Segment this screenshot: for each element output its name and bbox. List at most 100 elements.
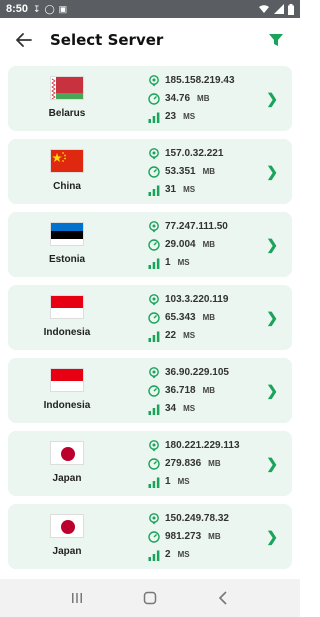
speed-value: 279.836 — [165, 458, 202, 469]
speed-value: 981.273 — [165, 531, 202, 542]
ip-row: 103.3.220.119 — [148, 293, 228, 307]
speed-row: 29.004 MB — [148, 238, 228, 252]
server-info: 150.249.78.32 981.273 MB 2 MS — [148, 512, 229, 562]
ping-value: 1 — [165, 257, 171, 268]
ping-unit: MS — [183, 331, 196, 340]
ping-row: 34 MS — [148, 402, 229, 416]
ip-row: 185.158.219.43 — [148, 74, 235, 88]
server-card[interactable]: China 157.0.32.221 53.351 MB 31 MS ❯ — [8, 139, 292, 204]
wifi-icon — [259, 5, 269, 13]
ping-row: 31 MS — [148, 183, 223, 197]
chevron-right-icon: ❯ — [266, 528, 278, 544]
server-info: 103.3.220.119 65.343 MB 22 MS — [148, 293, 228, 343]
home-button[interactable] — [135, 586, 165, 610]
ping-row: 22 MS — [148, 329, 228, 343]
japan-flag-icon — [50, 440, 84, 465]
signal-bars-icon — [148, 257, 160, 269]
page-title: Select Server — [50, 31, 164, 49]
signal-bars-icon — [148, 549, 160, 561]
server-info: 180.221.229.113 279.836 MB 1 MS — [148, 439, 240, 489]
speed-row: 36.718 MB — [148, 384, 229, 398]
ip-address: 77.247.111.50 — [165, 221, 228, 232]
ping-value: 23 — [165, 111, 177, 122]
server-card[interactable]: Estonia 77.247.111.50 29.004 MB 1 MS ❯ — [8, 212, 292, 277]
speed-unit: MB — [208, 459, 221, 468]
status-time: 8:50 — [6, 3, 29, 15]
speedometer-icon — [148, 311, 160, 324]
ping-value: 34 — [165, 403, 177, 414]
indonesia-flag-icon — [50, 367, 84, 392]
ip-address: 185.158.219.43 — [165, 75, 235, 86]
ping-row: 1 MS — [148, 256, 228, 270]
speed-unit: MB — [202, 313, 216, 322]
ip-row: 157.0.32.221 — [148, 147, 223, 161]
speed-row: 65.343 MB — [148, 311, 228, 325]
server-card[interactable]: Japan 180.221.229.113 279.836 MB 1 MS ❯ — [8, 431, 292, 496]
recent-apps-button[interactable] — [62, 586, 92, 610]
location-pin-icon — [148, 147, 160, 160]
back-button[interactable] — [12, 28, 36, 52]
ping-unit: MS — [183, 185, 196, 194]
speed-value: 34.76 — [165, 93, 191, 104]
speedometer-icon — [148, 165, 160, 178]
ping-unit: MS — [183, 404, 196, 413]
ping-value: 22 — [165, 330, 177, 341]
ip-row: 77.247.111.50 — [148, 220, 228, 234]
speed-unit: MB — [208, 532, 221, 541]
ip-row: 180.221.229.113 — [148, 439, 240, 453]
location-pin-icon — [148, 439, 160, 452]
system-back-button[interactable] — [208, 586, 238, 610]
ping-unit: MS — [177, 477, 190, 486]
signal-icon — [274, 4, 284, 14]
circle-icon: ◯ — [44, 3, 55, 14]
ping-value: 31 — [165, 184, 177, 195]
server-info: 36.90.229.105 36.718 MB 34 MS — [148, 366, 229, 416]
recent-apps-icon — [71, 593, 82, 603]
filter-button[interactable] — [264, 28, 288, 52]
server-card[interactable]: Indonesia 36.90.229.105 36.718 MB 34 MS — [8, 358, 292, 423]
ip-address: 150.249.78.32 — [165, 513, 229, 524]
server-info: 185.158.219.43 34.76 MB 23 MS — [148, 74, 235, 124]
speedometer-icon — [148, 92, 160, 105]
server-card[interactable]: Japan 150.249.78.32 981.273 MB 2 MS ❯ — [8, 504, 292, 569]
ping-row: 23 MS — [148, 110, 235, 124]
ping-value: 1 — [165, 476, 171, 487]
signal-bars-icon — [148, 111, 160, 123]
server-card[interactable]: Belarus 185.158.219.43 34.76 MB 23 MS ❯ — [8, 66, 292, 131]
japan-flag-icon — [50, 513, 84, 538]
country-name: Japan — [52, 472, 82, 484]
filter-icon — [269, 34, 283, 46]
signal-bars-icon — [148, 403, 160, 415]
ip-address: 157.0.32.221 — [165, 148, 224, 159]
country-name: Indonesia — [43, 326, 91, 338]
ping-row: 2 MS — [148, 548, 229, 562]
back-icon — [219, 591, 227, 605]
speedometer-icon — [148, 238, 160, 251]
speed-row: 981.273 MB — [148, 530, 229, 544]
server-card[interactable]: Indonesia 103.3.220.119 65.343 MB 22 MS — [8, 285, 292, 350]
ip-row: 36.90.229.105 — [148, 366, 229, 380]
country-name: China — [53, 180, 81, 192]
chevron-right-icon: ❯ — [266, 382, 278, 398]
signal-bars-icon — [148, 330, 160, 342]
location-pin-icon — [148, 512, 160, 525]
flag-column: Japan — [8, 440, 126, 487]
app-bar: Select Server — [0, 18, 300, 62]
speedometer-icon — [148, 384, 160, 397]
country-name: Belarus — [48, 107, 86, 119]
country-name: Japan — [52, 545, 82, 557]
ip-address: 103.3.220.119 — [165, 294, 229, 305]
arrow-left-icon — [16, 33, 32, 47]
flag-column: China — [8, 148, 126, 195]
speed-value: 29.004 — [165, 239, 196, 250]
chevron-right-icon: ❯ — [266, 163, 278, 179]
speed-row: 34.76 MB — [148, 92, 235, 106]
ping-unit: MS — [177, 550, 190, 559]
ping-value: 2 — [165, 549, 171, 560]
chevron-right-icon: ❯ — [266, 236, 278, 252]
location-pin-icon — [148, 293, 160, 306]
ping-unit: MS — [177, 258, 190, 267]
location-pin-icon — [148, 366, 160, 379]
flag-column: Japan — [8, 513, 126, 560]
estonia-flag-icon — [50, 221, 84, 246]
